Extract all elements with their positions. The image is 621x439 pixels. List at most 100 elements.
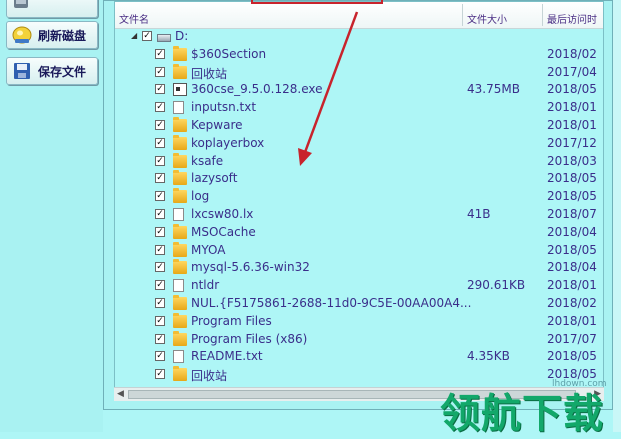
item-name: ksafe bbox=[191, 153, 224, 168]
item-date: 2018/01 bbox=[547, 278, 597, 293]
item-checkbox[interactable]: ✓ bbox=[155, 48, 165, 59]
item-date: 2018/04 bbox=[547, 260, 597, 275]
item-checkbox[interactable]: ✓ bbox=[155, 280, 165, 291]
item-date: 2018/05 bbox=[547, 242, 597, 257]
item-name: koplayerbox bbox=[191, 135, 265, 150]
table-row[interactable]: ✓ Program Files 2018/01 bbox=[115, 312, 603, 331]
top-partial-button[interactable] bbox=[6, 0, 98, 18]
item-date: 2018/05 bbox=[547, 189, 597, 204]
item-name: inputsn.txt bbox=[191, 100, 257, 115]
folder-icon bbox=[173, 170, 187, 186]
item-checkbox[interactable]: ✓ bbox=[155, 208, 165, 219]
refresh-disk-button[interactable]: 刷新磁盘 bbox=[6, 21, 98, 49]
item-name: README.txt bbox=[191, 349, 263, 364]
item-checkbox[interactable]: ✓ bbox=[155, 226, 165, 237]
item-checkbox[interactable]: ✓ bbox=[155, 155, 165, 166]
scroll-left-icon[interactable]: ◀ bbox=[117, 389, 124, 399]
table-row[interactable]: ✓ lxcsw80.lx 41B 2018/07 bbox=[115, 206, 603, 224]
item-date: 2018/04 bbox=[547, 224, 597, 239]
table-row[interactable]: ✓ koplayerbox 2017/12 bbox=[115, 134, 603, 153]
item-date: 2017/04 bbox=[547, 64, 597, 79]
item-name: MSOCache bbox=[191, 224, 256, 239]
item-name: log bbox=[191, 189, 210, 204]
item-date: 2018/05 bbox=[547, 171, 597, 186]
file-icon bbox=[173, 350, 184, 364]
refresh-disk-label: 刷新磁盘 bbox=[38, 28, 87, 43]
table-row[interactable]: ✓ NUL.{F5175861-2688-11d0-9C5E-00AA00A4..… bbox=[115, 294, 603, 313]
item-name: 回收站 bbox=[191, 66, 228, 81]
table-row[interactable]: ✓ lazysoft 2018/05 bbox=[115, 170, 603, 188]
item-size: 290.61KB bbox=[467, 278, 526, 293]
folder-icon bbox=[173, 116, 187, 132]
root-label: D: bbox=[175, 29, 189, 43]
item-checkbox[interactable]: ✓ bbox=[155, 262, 165, 273]
item-checkbox[interactable]: ✓ bbox=[155, 173, 165, 184]
column-header-date[interactable]: 最后访问时 bbox=[547, 11, 597, 26]
table-row[interactable]: ✓ 360cse_9.5.0.128.exe 43.75MB 2018/05 bbox=[115, 81, 603, 99]
item-checkbox[interactable]: ✓ bbox=[155, 244, 165, 255]
table-row[interactable]: ✓ mysql-5.6.36-win32 2018/04 bbox=[115, 259, 603, 277]
column-header-size[interactable]: 文件大小 bbox=[467, 11, 507, 26]
item-checkbox[interactable]: ✓ bbox=[155, 333, 165, 344]
item-name: lxcsw80.lx bbox=[191, 206, 254, 221]
tool-icon bbox=[11, 0, 33, 14]
table-row[interactable]: ✓ MYOA 2018/05 bbox=[115, 241, 603, 260]
table-row[interactable]: ✓ Program Files (x86) 2017/07 bbox=[115, 330, 603, 349]
item-checkbox[interactable]: ✓ bbox=[155, 137, 165, 148]
table-row[interactable]: ✓ inputsn.txt 2018/01 bbox=[115, 99, 603, 117]
item-name: MYOA bbox=[191, 242, 226, 257]
sidebar: 刷新磁盘 保存文件 bbox=[0, 0, 103, 432]
save-file-button[interactable]: 保存文件 bbox=[6, 57, 98, 85]
item-checkbox[interactable]: ✓ bbox=[155, 66, 165, 77]
item-name: $360Section bbox=[191, 46, 267, 61]
table-row[interactable]: ✓ $360Section 2018/02 bbox=[115, 45, 603, 64]
table-row[interactable]: ✓ README.txt 4.35KB 2018/05 bbox=[115, 348, 603, 366]
table-row[interactable]: ✓ Kepware 2018/01 bbox=[115, 116, 603, 135]
folder-icon bbox=[173, 134, 187, 150]
root-checkbox[interactable]: ✓ bbox=[142, 31, 152, 41]
item-size: 41B bbox=[467, 206, 491, 221]
item-name: Kepware bbox=[191, 117, 243, 132]
item-checkbox[interactable]: ✓ bbox=[155, 369, 165, 380]
column-header-name[interactable]: 文件名 bbox=[119, 11, 149, 26]
item-checkbox[interactable]: ✓ bbox=[155, 315, 165, 326]
item-name: 回收站 bbox=[191, 369, 228, 384]
table-row[interactable]: ✓ log 2018/05 bbox=[115, 188, 603, 206]
watermark-logo: 领航下载 bbox=[440, 391, 604, 437]
file-tree-list[interactable]: 文件名 文件大小 最后访问时 ◢ ✓ D: ✓ $360Section 2018/0… bbox=[114, 1, 604, 401]
item-name: 360cse_9.5.0.128.exe bbox=[191, 82, 323, 97]
item-date: 2018/07 bbox=[547, 206, 597, 221]
folder-icon bbox=[173, 63, 187, 79]
item-date: 2017/07 bbox=[547, 331, 597, 346]
item-size: 43.75MB bbox=[467, 82, 520, 97]
item-name: Program Files (x86) bbox=[191, 331, 308, 346]
table-row[interactable]: ✓ ksafe 2018/03 bbox=[115, 152, 603, 171]
refresh-disk-icon bbox=[11, 25, 33, 45]
folder-icon bbox=[173, 241, 187, 257]
column-divider[interactable] bbox=[462, 4, 463, 26]
table-row[interactable]: ✓ ntldr 290.61KB 2018/01 bbox=[115, 277, 603, 295]
item-checkbox[interactable]: ✓ bbox=[155, 84, 165, 95]
tree-root-row[interactable]: ◢ ✓ D: bbox=[115, 28, 603, 46]
column-divider[interactable] bbox=[542, 4, 543, 26]
item-checkbox[interactable]: ✓ bbox=[155, 191, 165, 202]
table-row[interactable]: ✓ 回收站 2017/04 bbox=[115, 63, 603, 82]
item-checkbox[interactable]: ✓ bbox=[155, 102, 165, 113]
item-date: 2017/12 bbox=[547, 135, 597, 150]
item-name: Program Files bbox=[191, 313, 272, 328]
table-row[interactable]: ✓ MSOCache 2018/04 bbox=[115, 223, 603, 242]
tree-rows: ◢ ✓ D: ✓ $360Section 2018/02 ✓ 回收站 2017/04 ✓ 36… bbox=[115, 28, 603, 384]
folder-icon bbox=[173, 330, 187, 346]
item-checkbox[interactable]: ✓ bbox=[155, 297, 165, 308]
item-checkbox[interactable]: ✓ bbox=[155, 119, 165, 130]
item-date: 2018/02 bbox=[547, 46, 597, 61]
item-date: 2018/01 bbox=[547, 100, 597, 115]
folder-icon bbox=[173, 312, 187, 328]
item-name: NUL.{F5175861-2688-11d0-9C5E-00AA00A4... bbox=[191, 295, 472, 310]
drive-icon bbox=[157, 34, 171, 42]
item-date: 2018/01 bbox=[547, 117, 597, 132]
item-checkbox[interactable]: ✓ bbox=[155, 351, 165, 362]
folder-icon bbox=[173, 259, 187, 275]
expand-toggle-icon[interactable]: ◢ bbox=[131, 31, 137, 40]
item-name: lazysoft bbox=[191, 171, 238, 186]
